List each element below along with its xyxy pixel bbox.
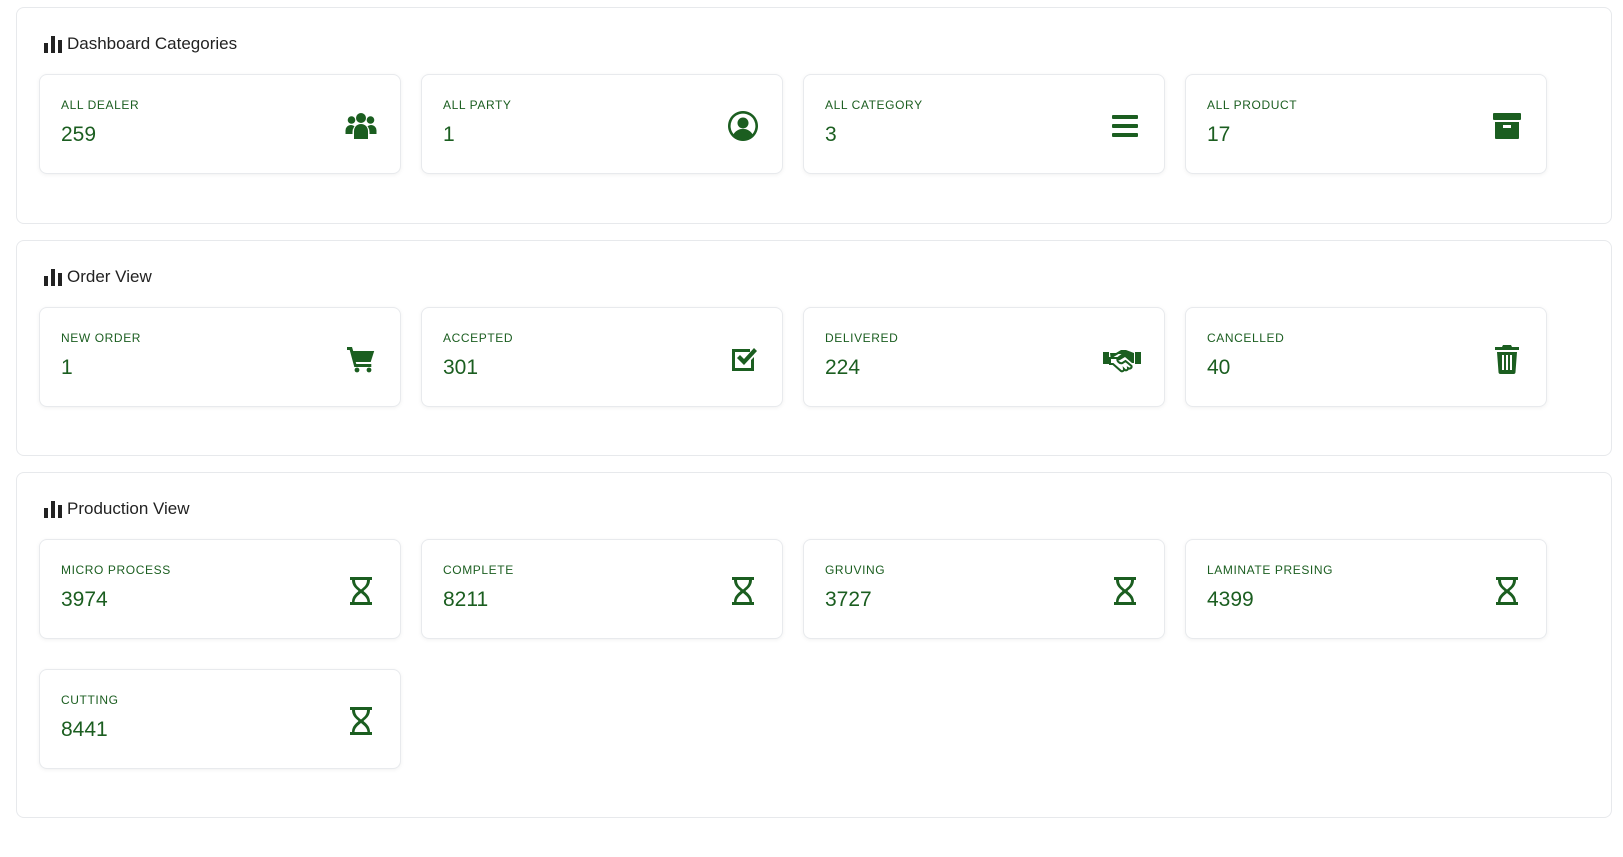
hourglass-icon — [1490, 574, 1524, 608]
card-value: 8441 — [61, 718, 108, 741]
card-value: 301 — [443, 356, 479, 379]
card-value: 3974 — [61, 588, 108, 611]
order-view-section: Order View NEW ORDER 1 ACCEPTED 301 DELI… — [16, 240, 1612, 456]
section-header: Dashboard Categories — [43, 34, 237, 54]
card-value: 17 — [1207, 123, 1231, 146]
dashboard-categories-section: Dashboard Categories ALL DEALER 259 ALL … — [16, 7, 1612, 224]
card-all-party[interactable]: ALL PARTY 1 — [421, 74, 783, 174]
card-label: ALL PRODUCT — [1207, 98, 1298, 112]
card-value: 40 — [1207, 356, 1231, 379]
card-new-order[interactable]: NEW ORDER 1 — [39, 307, 401, 407]
card-label: ACCEPTED — [443, 331, 514, 345]
card-value: 3727 — [825, 588, 872, 611]
card-value: 3 — [825, 123, 837, 146]
production-view-section: Production View MICRO PROCESS 3974 COMPL… — [16, 472, 1612, 818]
dashboard-page: Dashboard Categories ALL DEALER 259 ALL … — [0, 0, 1623, 857]
archive-box-icon — [1490, 109, 1524, 143]
card-complete[interactable]: COMPLETE 8211 — [421, 539, 783, 639]
hourglass-icon — [1108, 574, 1142, 608]
trash-icon — [1490, 342, 1524, 376]
bar-chart-icon — [44, 36, 62, 53]
card-label: GRUVING — [825, 563, 886, 577]
card-label: ALL PARTY — [443, 98, 512, 112]
card-all-category[interactable]: ALL CATEGORY 3 — [803, 74, 1165, 174]
cart-icon — [344, 342, 378, 376]
hourglass-icon — [344, 704, 378, 738]
card-value: 8211 — [443, 588, 489, 611]
card-all-product[interactable]: ALL PRODUCT 17 — [1185, 74, 1547, 174]
bar-chart-icon — [44, 269, 62, 286]
card-gruving[interactable]: GRUVING 3727 — [803, 539, 1165, 639]
users-icon — [344, 109, 378, 143]
section-header: Production View — [43, 499, 190, 519]
card-micro-process[interactable]: MICRO PROCESS 3974 — [39, 539, 401, 639]
section-title: Dashboard Categories — [67, 34, 238, 53]
card-value: 259 — [61, 123, 97, 146]
card-cancelled[interactable]: CANCELLED 40 — [1185, 307, 1547, 407]
user-circle-icon — [726, 109, 760, 143]
card-label: MICRO PROCESS — [61, 563, 171, 577]
hourglass-icon — [344, 574, 378, 608]
card-accepted[interactable]: ACCEPTED 301 — [421, 307, 783, 407]
card-label: CUTTING — [61, 693, 119, 707]
card-label: COMPLETE — [443, 563, 514, 577]
card-label: NEW ORDER — [61, 331, 142, 345]
card-label: ALL DEALER — [61, 98, 140, 112]
card-delivered[interactable]: DELIVERED 224 — [803, 307, 1165, 407]
card-value: 4399 — [1207, 588, 1254, 611]
card-label: LAMINATE PRESING — [1207, 563, 1334, 577]
section-header: Order View — [43, 267, 152, 287]
card-value: 224 — [825, 356, 861, 379]
checkbox-icon — [726, 342, 760, 376]
bar-chart-icon — [44, 501, 62, 518]
card-value: 1 — [443, 123, 455, 146]
card-label: CANCELLED — [1207, 331, 1285, 345]
hourglass-icon — [726, 574, 760, 608]
card-label: DELIVERED — [825, 331, 899, 345]
card-value: 1 — [61, 356, 73, 379]
card-all-dealer[interactable]: ALL DEALER 259 — [39, 74, 401, 174]
card-cutting[interactable]: CUTTING 8441 — [39, 669, 401, 769]
card-laminate-presing[interactable]: LAMINATE PRESING 4399 — [1185, 539, 1547, 639]
list-icon — [1108, 109, 1142, 143]
handshake-icon — [1102, 342, 1142, 376]
section-title: Production View — [67, 499, 190, 518]
card-label: ALL CATEGORY — [825, 98, 923, 112]
section-title: Order View — [67, 267, 152, 286]
